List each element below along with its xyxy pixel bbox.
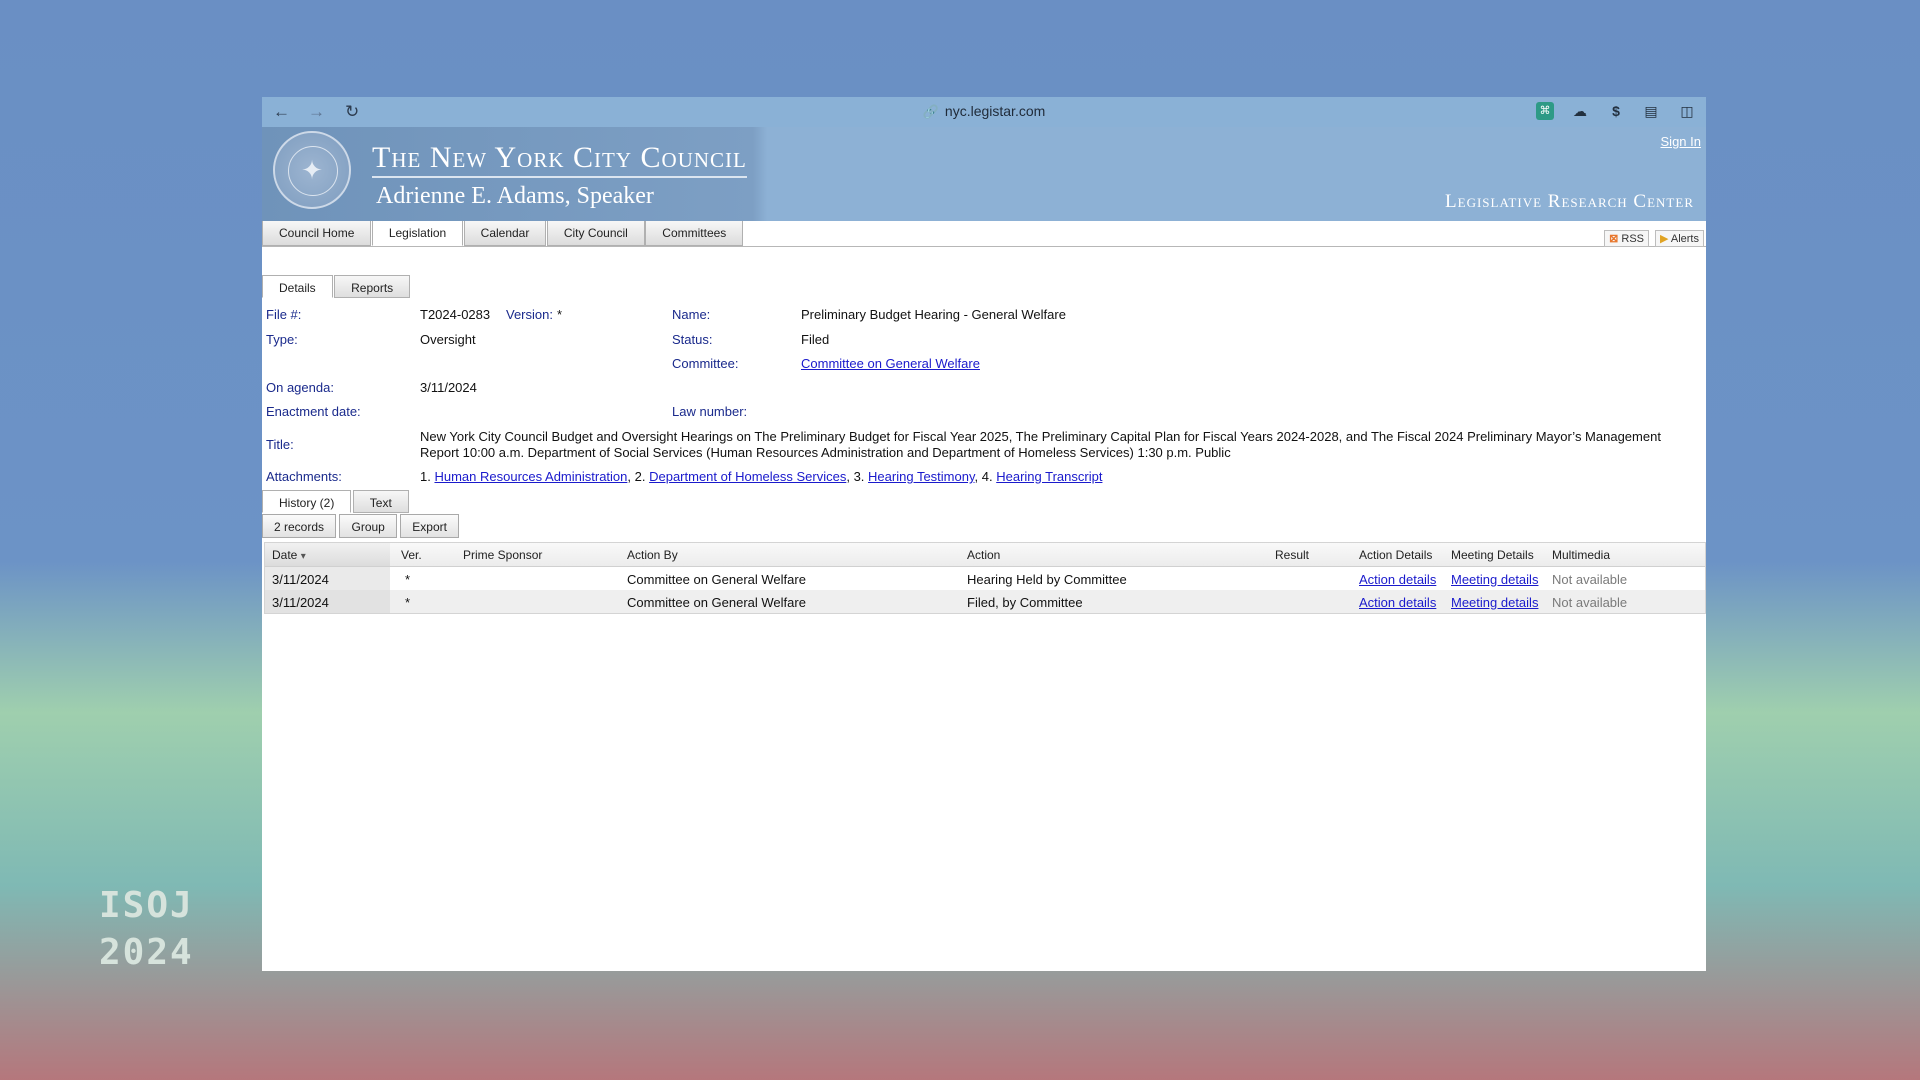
- history-tabs: History (2) Text: [262, 490, 409, 513]
- committee-link[interactable]: Committee on General Welfare: [801, 356, 980, 371]
- tab-committees[interactable]: Committees: [645, 221, 744, 246]
- tab-history[interactable]: History (2): [262, 490, 352, 513]
- column-header-result[interactable]: Result: [1275, 548, 1309, 562]
- row-action-by: Committee on General Welfare: [627, 595, 806, 610]
- table-row: 3/11/2024 * Committee on General Welfare…: [265, 590, 1705, 613]
- meeting-details-link[interactable]: Meeting details: [1451, 595, 1538, 610]
- column-header-date[interactable]: Date ▾: [265, 543, 390, 566]
- tab-details[interactable]: Details: [262, 275, 333, 298]
- status-value: Filed: [801, 332, 830, 347]
- row-date: 3/11/2024: [265, 590, 390, 613]
- agenda-value: 3/11/2024: [420, 380, 477, 395]
- attachment-link[interactable]: Hearing Testimony: [868, 469, 974, 484]
- browser-window: ← → ↻ 🔗 nyc.legistar.com ⌘ ☁ $ ▤ ◫ ✦ The …: [262, 97, 1706, 971]
- row-action: Hearing Held by Committee: [967, 572, 1127, 587]
- city-seal-icon: ✦: [273, 131, 351, 209]
- attachment-link[interactable]: Human Resources Administration: [434, 469, 627, 484]
- column-header-meeting-details[interactable]: Meeting Details: [1451, 548, 1534, 562]
- rss-button[interactable]: ⊠ RSS: [1604, 230, 1649, 247]
- column-header-ver[interactable]: Ver.: [401, 548, 422, 562]
- records-count-button[interactable]: 2 records: [262, 514, 337, 538]
- meeting-details-link[interactable]: Meeting details: [1451, 572, 1538, 587]
- tab-calendar[interactable]: Calendar: [463, 221, 547, 246]
- sidebar-icon[interactable]: ◫: [1678, 102, 1696, 120]
- rss-icon: ⊠: [1609, 233, 1619, 245]
- committee-label: Committee:: [672, 356, 739, 371]
- attachment-link[interactable]: Hearing Transcript: [996, 469, 1102, 484]
- browser-toolbar: ← → ↻ 🔗 nyc.legistar.com ⌘ ☁ $ ▤ ◫: [262, 97, 1706, 127]
- type-label: Type:: [266, 332, 298, 347]
- table-row: 3/11/2024 * Committee on General Welfare…: [265, 567, 1705, 590]
- type-value: Oversight: [420, 332, 476, 347]
- agenda-label: On agenda:: [266, 380, 334, 395]
- detail-tabs: Details Reports: [262, 275, 411, 298]
- cloud-icon[interactable]: ☁: [1571, 102, 1589, 120]
- speaker-name: Adrienne E. Adams, Speaker: [376, 183, 654, 209]
- alerts-icon: ▶: [1659, 233, 1669, 245]
- row-version: *: [405, 595, 411, 610]
- column-header-action-by[interactable]: Action By: [627, 548, 678, 562]
- name-label: Name:: [672, 307, 711, 322]
- column-header-action[interactable]: Action: [967, 548, 1000, 562]
- action-details-link[interactable]: Action details: [1359, 595, 1436, 610]
- extension-icon[interactable]: ⌘: [1536, 102, 1554, 120]
- export-button[interactable]: Export: [400, 514, 459, 538]
- table-header: Date ▾ Ver. Prime Sponsor Action By Acti…: [265, 543, 1705, 567]
- sort-down-icon: ▾: [300, 551, 306, 562]
- attachment-link[interactable]: Department of Homeless Services: [649, 469, 846, 484]
- group-button[interactable]: Group: [339, 514, 397, 538]
- dollar-icon[interactable]: $: [1607, 102, 1625, 120]
- research-center-title: Legislative Research Center: [1445, 191, 1694, 212]
- attachments-label: Attachments:: [266, 469, 342, 484]
- reader-icon[interactable]: ▤: [1642, 102, 1660, 120]
- row-version: *: [405, 572, 411, 587]
- attachments-list: 1. Human Resources Administration, 2. De…: [420, 469, 1103, 484]
- title-value: New York City Council Budget and Oversig…: [420, 429, 1661, 460]
- site-title: The New York City Council: [372, 141, 747, 178]
- row-multimedia: Not available: [1552, 595, 1628, 610]
- history-toolbar: 2 records Group Export: [262, 514, 459, 538]
- status-label: Status:: [672, 332, 713, 347]
- history-table: Date ▾ Ver. Prime Sponsor Action By Acti…: [264, 542, 1706, 614]
- row-date: 3/11/2024: [265, 567, 390, 590]
- address-bar[interactable]: 🔗 nyc.legistar.com: [262, 103, 1706, 120]
- column-header-action-details[interactable]: Action Details: [1359, 548, 1432, 562]
- row-multimedia: Not available: [1552, 572, 1628, 587]
- tab-city-council[interactable]: City Council: [546, 221, 645, 246]
- conference-watermark: ISOJ 2024: [99, 885, 194, 973]
- title-label: Title:: [266, 437, 294, 452]
- file-value: T2024-0283: [420, 307, 491, 322]
- version-value: *: [557, 307, 563, 322]
- column-header-multimedia[interactable]: Multimedia: [1552, 548, 1610, 562]
- file-label: File #:: [266, 307, 302, 322]
- row-action: Filed, by Committee: [967, 595, 1083, 610]
- sign-in-link[interactable]: Sign In: [1661, 134, 1701, 149]
- tab-reports[interactable]: Reports: [334, 275, 411, 298]
- alerts-button[interactable]: ▶ Alerts: [1654, 230, 1704, 247]
- version-label: Version:: [506, 307, 553, 322]
- action-details-link[interactable]: Action details: [1359, 572, 1436, 587]
- law-number-label: Law number:: [672, 404, 748, 419]
- row-action-by: Committee on General Welfare: [627, 572, 806, 587]
- url-text: nyc.legistar.com: [944, 103, 1046, 119]
- column-header-prime-sponsor[interactable]: Prime Sponsor: [463, 548, 542, 562]
- site-banner: ✦ The New York City Council Adrienne E. …: [262, 127, 1706, 221]
- name-value: Preliminary Budget Hearing - General Wel…: [801, 307, 1066, 322]
- main-nav-tabs: Council Home Legislation Calendar City C…: [262, 221, 1706, 247]
- tab-text[interactable]: Text: [352, 490, 409, 513]
- link-icon: 🔗: [922, 104, 939, 119]
- enactment-label: Enactment date:: [266, 404, 361, 419]
- tab-council-home[interactable]: Council Home: [262, 221, 372, 246]
- tab-legislation[interactable]: Legislation: [371, 221, 464, 246]
